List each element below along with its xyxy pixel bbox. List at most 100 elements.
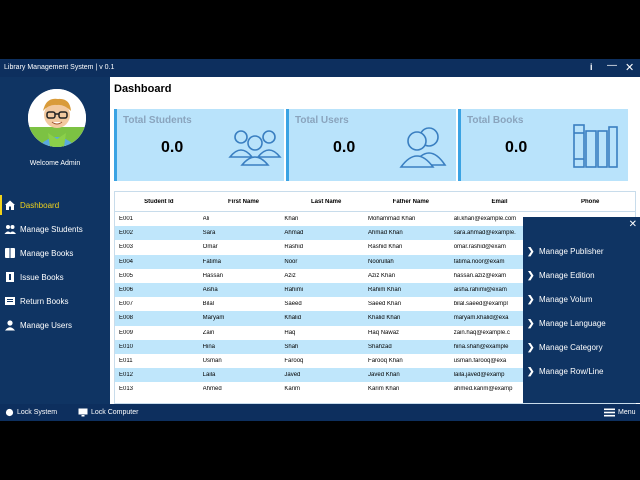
column-header-last-name[interactable]: Last Name xyxy=(284,199,368,205)
cell-first-name: Fatima xyxy=(202,258,222,265)
lock-computer-button[interactable]: Lock Computer xyxy=(78,408,138,417)
table-header: Student Id First Name Last Name Father N… xyxy=(115,192,635,212)
sidebar-item-manage-books[interactable]: Manage Books xyxy=(0,241,110,265)
chevron-right-icon: ❯ xyxy=(527,269,535,280)
cell-student-id: E008 xyxy=(119,315,134,322)
flyout-item-manage-row-line[interactable]: ❯ Manage Row/Line xyxy=(527,359,606,383)
cell-father-name: Saeed Khan xyxy=(368,301,402,308)
flyout-item-manage-language[interactable]: ❯ Manage Language xyxy=(527,311,606,335)
cell-student-id: E007 xyxy=(119,301,134,308)
status-bar: Lock System Lock Computer Menu xyxy=(0,404,640,421)
minimize-button[interactable]: — xyxy=(607,60,617,71)
students-icon xyxy=(0,223,20,235)
welcome-text: Welcome Admin xyxy=(29,160,81,167)
page-title: Dashboard xyxy=(114,83,172,95)
sidebar-item-dashboard[interactable]: Dashboard xyxy=(0,193,110,217)
flyout-item-label: Manage Row/Line xyxy=(539,366,604,376)
flyout-item-manage-volum[interactable]: ❯ Manage Volum xyxy=(527,287,606,311)
cell-student-id: E012 xyxy=(119,372,134,379)
column-header-first-name[interactable]: First Name xyxy=(203,199,285,205)
chevron-right-icon: ❯ xyxy=(527,341,535,352)
sidebar-item-label: Manage Users xyxy=(20,320,73,330)
cell-first-name: Laila xyxy=(202,372,216,379)
flyout-menu: ✕ ❯ Manage Publisher ❯ Manage Edition ❯ Manag… xyxy=(523,217,640,403)
lock-system-label: Lock System xyxy=(17,409,58,416)
cell-first-name: Usman xyxy=(202,357,222,364)
cell-first-name: Maryam xyxy=(202,315,225,322)
window-title: Library Management System | v 0.1 xyxy=(4,64,115,71)
cell-student-id: E010 xyxy=(119,343,134,350)
avatar-image xyxy=(28,89,86,147)
cell-father-name: Ahmad Khan xyxy=(368,230,403,237)
flyout-item-label: Manage Edition xyxy=(539,270,595,280)
cell-first-name: Zain xyxy=(202,329,215,336)
cell-last-name: Shah xyxy=(284,343,299,350)
books-shelf-icon xyxy=(573,124,618,168)
lock-system-button[interactable]: Lock System xyxy=(5,408,57,417)
chevron-right-icon: ❯ xyxy=(527,317,535,328)
cell-last-name: Rashid xyxy=(284,244,304,251)
cell-last-name: Khalid xyxy=(284,315,302,322)
sidebar: Welcome Admin Dashboard Manage Students … xyxy=(0,77,110,404)
cell-student-id: E011 xyxy=(119,357,133,364)
sidebar-item-issue-books[interactable]: Issue Books xyxy=(0,265,110,289)
chevron-right-icon: ❯ xyxy=(527,245,535,256)
books-icon xyxy=(0,247,20,259)
card-label: Total Students xyxy=(123,115,192,126)
cell-student-id: E005 xyxy=(119,272,134,279)
sidebar-item-return-books[interactable]: Return Books xyxy=(0,289,110,313)
column-header-father-name[interactable]: Father Name xyxy=(368,199,454,205)
flyout-item-label: Manage Publisher xyxy=(539,246,604,256)
flyout-item-label: Manage Volum xyxy=(539,294,593,304)
flyout-close-icon[interactable]: ✕ xyxy=(629,219,637,230)
avatar xyxy=(28,89,86,147)
cell-first-name: Aisha xyxy=(202,287,218,294)
menu-button[interactable]: Menu xyxy=(604,408,636,417)
monitor-icon xyxy=(78,408,88,417)
flyout-item-manage-edition[interactable]: ❯ Manage Edition xyxy=(527,263,606,287)
cell-father-name: Aziz Khan xyxy=(368,272,396,279)
sidebar-item-manage-students[interactable]: Manage Students xyxy=(0,217,110,241)
cell-last-name: Khan xyxy=(284,216,299,223)
sidebar-item-label: Return Books xyxy=(20,296,69,306)
sidebar-item-label: Issue Books xyxy=(20,272,64,282)
cell-first-name: Ahmed xyxy=(202,386,222,393)
close-button[interactable]: ✕ xyxy=(625,61,634,74)
cell-student-id: E009 xyxy=(119,329,134,336)
flyout-items: ❯ Manage Publisher ❯ Manage Edition ❯ Manage … xyxy=(527,239,606,383)
flyout-item-manage-publisher[interactable]: ❯ Manage Publisher xyxy=(527,239,606,263)
sidebar-item-label: Manage Books xyxy=(20,248,74,258)
info-icon[interactable]: i xyxy=(590,62,593,72)
flyout-item-manage-category[interactable]: ❯ Manage Category xyxy=(527,335,606,359)
return-books-icon xyxy=(0,295,20,307)
cell-last-name: Saeed xyxy=(284,301,302,308)
cell-last-name: Ahmad xyxy=(284,230,304,237)
card-value: 0.0 xyxy=(333,139,356,156)
cell-last-name: Noor xyxy=(284,258,298,265)
column-header-email[interactable]: Email xyxy=(454,199,546,205)
sidebar-item-label: Dashboard xyxy=(20,200,60,210)
cell-father-name: Rashid Khan xyxy=(368,244,403,251)
card-total-users: Total Users 0.0 xyxy=(286,109,456,181)
students-group-icon xyxy=(228,130,282,166)
column-header-phone[interactable]: Phone xyxy=(545,199,635,205)
hamburger-icon xyxy=(604,408,615,417)
card-total-books: Total Books 0.0 xyxy=(458,109,628,181)
cell-student-id: E003 xyxy=(119,244,134,251)
cell-first-name: Sara xyxy=(202,230,216,237)
home-icon xyxy=(0,199,20,211)
chevron-right-icon: ❯ xyxy=(527,365,535,376)
cell-student-id: E006 xyxy=(119,287,134,294)
lock-computer-label: Lock Computer xyxy=(91,409,139,416)
sidebar-item-manage-users[interactable]: Manage Users xyxy=(0,313,110,337)
cell-father-name: Haq Nawaz xyxy=(368,329,400,336)
cell-last-name: Rahimi xyxy=(284,287,304,294)
cell-father-name: Rahim Khan xyxy=(368,287,402,294)
cell-last-name: Javed xyxy=(284,372,301,379)
column-header-student-id[interactable]: Student Id xyxy=(115,199,203,205)
sidebar-nav: Dashboard Manage Students Manage Books I… xyxy=(0,193,110,337)
cell-last-name: Aziz xyxy=(284,272,296,279)
flyout-item-label: Manage Category xyxy=(539,342,603,352)
chevron-right-icon: ❯ xyxy=(527,293,535,304)
cell-last-name: Karim xyxy=(284,386,301,393)
